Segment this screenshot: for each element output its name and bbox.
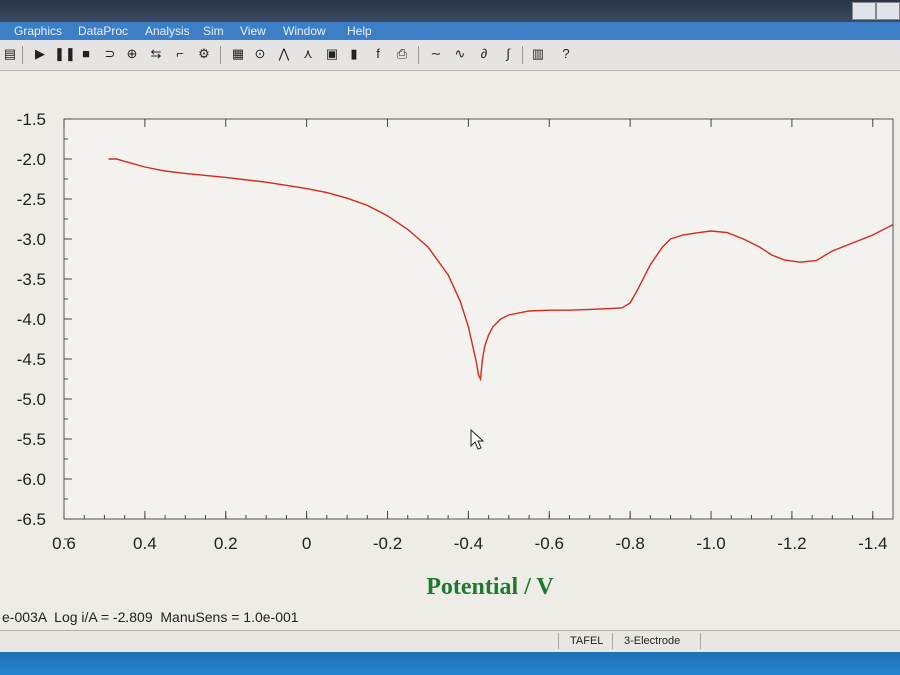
integrate-icon[interactable]: ∫ [500,46,516,62]
close-button[interactable] [876,2,900,20]
peak2-icon[interactable]: ⋏ [300,46,316,62]
x-tick-label: 0.6 [52,534,76,553]
status-line: e-003A Log i/A = -2.809 ManuSens = 1.0e-… [0,604,900,630]
y-tick-label: -2.0 [17,150,46,169]
derivative-icon[interactable]: ∂ [476,46,492,62]
x-tick-label: 0 [302,534,311,553]
y-tick-label: -6.0 [17,470,46,489]
menu-bar: Graphics DataProc Analysis Sim View Wind… [0,22,900,40]
status-separator [700,633,701,649]
y-tick-label: -5.0 [17,390,46,409]
font-icon[interactable]: f [370,46,386,62]
y-tick-label: -6.5 [17,510,46,529]
menu-window[interactable]: Window [283,24,326,38]
plot-frame [63,118,894,520]
swap-icon[interactable]: ⇆ [148,46,164,62]
status-separator [558,633,559,649]
zoom-icon[interactable]: ⊙ [252,46,268,62]
y-tick-label: -3.5 [17,270,46,289]
tafel-plot[interactable]: -1.5 -2.0 -2.5 -3.0 -3.5 -4.0 -4.5 -5.0 -5.5 -6.0… [0,71,900,591]
status-separator [612,633,613,649]
toolbar-separator [22,46,23,64]
menu-dataproc[interactable]: DataProc [78,24,128,38]
wave-icon[interactable]: ∿ [452,46,468,62]
taskbar [0,652,900,675]
redo-icon[interactable]: ⊃ [102,46,118,62]
peak-icon[interactable]: ⋀ [276,46,292,62]
toolbar-separator [220,46,221,64]
y-tick-label: -1.5 [17,110,46,129]
y-tick-label: -4.0 [17,310,46,329]
menu-graphics[interactable]: Graphics [14,24,62,38]
x-tick-label: 0.4 [133,534,157,553]
step-icon[interactable]: ⌐ [172,46,188,62]
status-electrode: 3-Electrode [624,635,681,647]
x-axis-title: Potential / V [426,574,554,600]
x-tick-label: 0.2 [214,534,238,553]
help-icon[interactable]: ? [558,46,574,62]
x-tick-label: -1.4 [858,534,887,553]
smooth-icon[interactable]: ∼ [428,46,444,62]
x-tick-label: -1.2 [777,534,806,553]
y-tick-label: -3.0 [17,230,46,249]
x-tick-label: -0.6 [535,534,564,553]
settings-icon[interactable]: ⚙ [196,46,212,62]
graph-icon[interactable]: ▦ [230,46,246,62]
toolbar: ▤ ▶ ❚❚ ■ ⊃ ⊕ ⇆ ⌐ ⚙ ▦ ⊙ ⋀ ⋏ ▣ ▮ f ⎙ ∼ ∿ ∂… [0,40,900,71]
status-technique: TAFEL [570,635,604,647]
menu-analysis[interactable]: Analysis [145,24,190,38]
target-icon[interactable]: ⊕ [124,46,140,62]
open-icon[interactable]: ▤ [2,46,18,62]
print-icon[interactable]: ⎙ [394,46,410,62]
minimize-button[interactable] [852,2,876,20]
status-readout: e-003A Log i/A = -2.809 ManuSens = 1.0e-… [2,609,299,625]
menu-sim[interactable]: Sim [203,24,224,38]
overlay-icon[interactable]: ▣ [324,46,340,62]
x-tick-label: -0.4 [454,534,483,553]
color-bars-icon[interactable]: ▮ [346,46,362,62]
y-tick-label: -2.5 [17,190,46,209]
x-tick-label: -0.2 [373,534,402,553]
mouse-cursor-icon [470,429,485,450]
pause-icon[interactable]: ❚❚ [54,46,76,62]
title-bar [0,0,900,22]
x-tick-label: -0.8 [615,534,644,553]
grid-icon[interactable]: ▥ [530,46,546,62]
x-tick-label: -1.0 [696,534,725,553]
play-icon[interactable]: ▶ [32,46,48,62]
toolbar-separator [522,46,523,64]
menu-help[interactable]: Help [347,24,372,38]
y-tick-label: -4.5 [17,350,46,369]
toolbar-separator [418,46,419,64]
status-bar: TAFEL 3-Electrode [0,630,900,653]
y-tick-label: -5.5 [17,430,46,449]
stop-icon[interactable]: ■ [78,46,94,62]
menu-view[interactable]: View [240,24,266,38]
